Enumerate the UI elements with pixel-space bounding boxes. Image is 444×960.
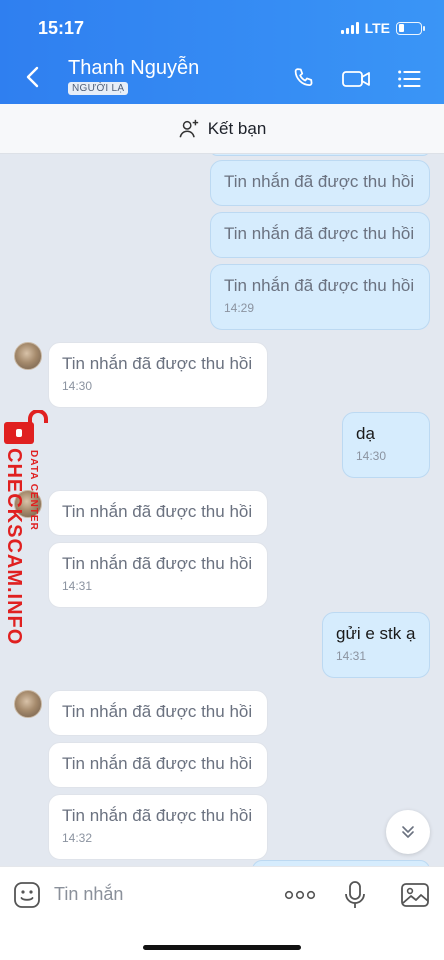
status-time: 15:17 [38,18,85,38]
chevron-left-icon [26,66,39,88]
message-bubble-in[interactable]: Tin nhắn đã được thu hồi 14:31 [48,542,268,608]
phone-icon [294,68,313,86]
add-friend-label: Kết bạn [207,118,267,138]
message-text: Tin nhắn đã được thu hồi [62,502,253,521]
message-text: Tin nhắn đã được thu hồi [224,172,415,191]
scroll-to-bottom-button[interactable] [386,810,430,854]
network-label: LTE [364,20,390,36]
contact-name[interactable]: Thanh Nguyễn [68,57,199,80]
image-icon [401,883,429,907]
chat-header: 15:17 LTE Thanh Nguyễn NGƯỜI LẠ [0,0,444,104]
checkscam-watermark: CHECKSCAM.INFO DATA CENTER [2,410,48,645]
signal-icon [340,22,359,34]
sticker-button[interactable] [11,879,43,911]
video-call-button[interactable] [341,64,373,94]
message-bubble-out[interactable]: gửi e stk ạ 14:31 [322,612,430,678]
message-input-bar: Tin nhắn [0,866,444,960]
message-text: Tin nhắn đã được thu hồi [62,554,253,573]
message-text: Tin nhắn đã được thu hồi [62,702,253,721]
message-text: Tin nhắn đã được thu hồi [62,754,253,773]
home-indicator [143,945,301,950]
double-chevron-down-icon [402,826,414,838]
back-button[interactable] [18,62,48,92]
microphone-icon [345,881,365,908]
message-bubble-in[interactable]: Tin nhắn đã được thu hồi [48,742,268,788]
message-text: gửi e stk ạ [336,624,416,643]
message-bubble-out[interactable]: Tin nhắn đã được thu hồi [210,160,430,206]
call-button[interactable] [289,64,319,94]
emoji-icon [14,882,40,908]
avatar[interactable] [14,690,42,718]
voice-button[interactable] [339,879,371,911]
message-bubble-in[interactable]: Tin nhắn đã được thu hồi [48,490,268,536]
message-time: 14:31 [62,579,93,593]
message-bubble-out[interactable]: Tin nhắn đã được thu hồi [210,212,430,258]
message-time: 14:30 [356,449,387,463]
list-menu-icon [398,70,421,88]
message-time: 14:30 [62,379,93,393]
message-bubble-in[interactable]: Tin nhắn đã được thu hồi 14:30 [48,342,268,408]
status-indicators: LTE [340,20,425,36]
add-user-icon [179,119,198,137]
video-camera-icon [342,71,370,87]
message-text: Tin nhắn đã được thu hồi [224,224,415,243]
more-options-button[interactable] [284,879,316,911]
add-friend-button[interactable]: Kết bạn [0,104,444,154]
menu-button[interactable] [394,64,424,94]
message-time: 14:31 [336,649,367,663]
partial-message-bubble [210,154,430,156]
message-text: dạ [356,424,375,443]
message-bubble-in[interactable]: Tin nhắn đã được thu hồi [48,690,268,736]
watermark-subtext: DATA CENTER [28,450,39,531]
battery-icon [396,21,425,35]
padlock-icon [4,410,48,444]
message-text: Tin nhắn đã được thu hồi [62,806,253,825]
message-bubble-out[interactable]: Tin nhắn đã được thu hồi 14:29 [210,264,430,330]
message-bubble-out[interactable]: dạ 14:30 [342,412,430,478]
message-list[interactable]: Tin nhắn đã được thu hồi Tin nhắn đã đượ… [0,154,444,866]
avatar[interactable] [14,342,42,370]
more-dots-icon [284,890,316,900]
message-text: Tin nhắn đã được thu hồi [62,354,253,373]
message-text: Tin nhắn đã được thu hồi [224,276,415,295]
message-time: 14:32 [62,831,93,845]
gallery-button[interactable] [399,879,431,911]
watermark-text: CHECKSCAM.INFO [3,448,25,646]
stranger-badge: NGƯỜI LẠ [68,82,129,95]
message-time: 14:29 [224,301,255,315]
message-input[interactable]: Tin nhắn [54,884,123,905]
message-bubble-in[interactable]: Tin nhắn đã được thu hồi 14:32 [48,794,268,860]
